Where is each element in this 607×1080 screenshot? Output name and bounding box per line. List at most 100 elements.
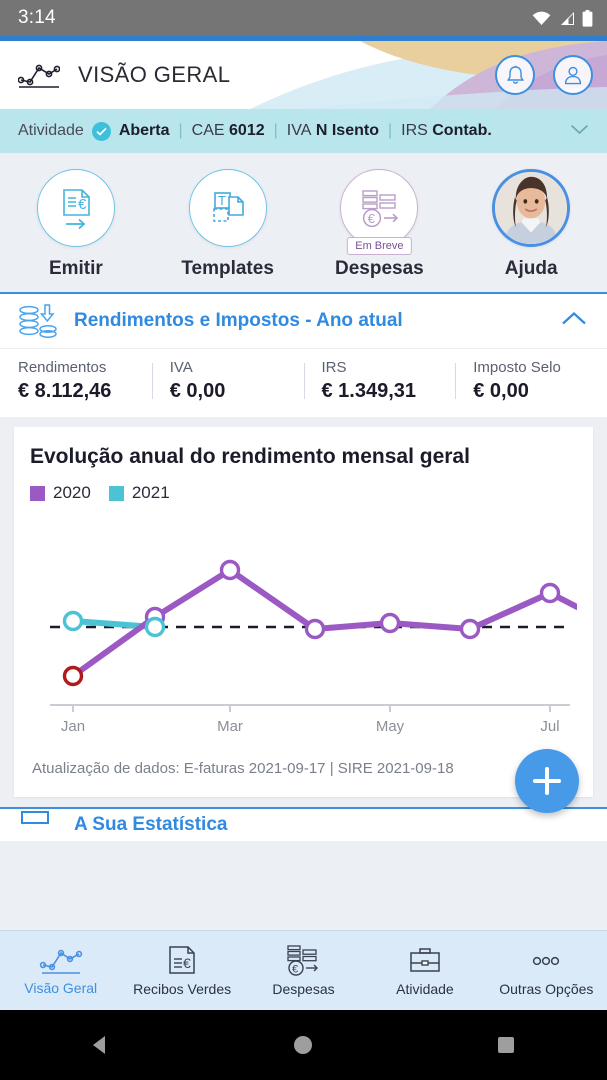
circle-home-icon (294, 1036, 313, 1054)
emitir-icon-circle: € (36, 169, 115, 247)
nav-item-label: Recibos Verdes (133, 981, 232, 997)
chart-card-wrapper: Evolução anual do rendimento mensal gera… (0, 417, 607, 813)
despesas-icon-circle: € Em Breve (340, 169, 419, 255)
line-chart-icon (39, 949, 82, 974)
svg-text:€: € (78, 196, 87, 213)
nav-item-recibos-verdes[interactable]: € Recibos Verdes (121, 944, 242, 997)
quick-action-templates[interactable]: T Templates (163, 169, 293, 280)
app-root: 3:14 VISÃO GERAL Atividade Aberta | CAE … (0, 0, 607, 1080)
stat-label: Rendimentos (18, 359, 107, 376)
activity-status-value: Aberta (118, 122, 170, 139)
chevron-down-icon[interactable] (570, 122, 589, 140)
check-circle-icon (91, 121, 111, 141)
data-point-2020-apr (304, 618, 326, 640)
activity-status-bar[interactable]: Atividade Aberta | CAE 6012 | IVA N Isen… (0, 109, 607, 153)
income-stats-row: Rendimentos € 8.112,46 IVA € 0,00 IRS € … (0, 348, 607, 417)
activity-field-key-irs: IRS (401, 122, 428, 139)
stat-rendimentos: Rendimentos € 8.112,46 (0, 359, 152, 403)
statistics-section-title: A Sua Estatística (74, 814, 228, 835)
header-action-group (495, 55, 593, 95)
activity-label: Atividade (18, 122, 84, 139)
user-icon (564, 66, 582, 84)
signal-icon (561, 11, 574, 25)
income-section-header[interactable]: Rendimentos e Impostos - Ano atual (0, 294, 607, 348)
square-recents-icon (497, 1037, 514, 1053)
stat-iva: IVA € 0,00 (151, 359, 304, 403)
invoice-euro-arrow-icon: € (63, 189, 90, 230)
stat-value: € 1.349,31 (321, 380, 417, 402)
svg-text:€: € (292, 964, 298, 976)
quick-action-emitir[interactable]: € Emitir (11, 169, 141, 280)
statistics-section-header[interactable]: A Sua Estatística (0, 807, 607, 841)
support-agent-photo (492, 169, 571, 247)
nav-item-atividade[interactable]: Atividade (364, 944, 485, 997)
quick-action-label: Templates (181, 258, 274, 279)
data-point-2020-jun (459, 618, 481, 640)
nav-item-despesas[interactable]: € Despesas (243, 944, 364, 997)
activity-separator-1: | (178, 122, 183, 139)
wifi-icon (532, 11, 551, 25)
x-tick-label-jul: Jul (540, 718, 559, 735)
line-chart-logo-icon (18, 64, 60, 88)
chart-plot-area[interactable]: Jan Mar May Jul (30, 509, 580, 744)
data-point-2020-jul (539, 582, 561, 604)
bottom-navigation: Visão Geral € Recibos Verdes € Despesas … (0, 930, 607, 1010)
legend-label: 2021 (131, 483, 170, 502)
quick-actions-row: € Emitir T Templates € Em Breve Despesas… (0, 153, 607, 292)
template-document-icon: T (212, 192, 244, 222)
activity-field-value-iva: N Isento (315, 122, 379, 139)
add-plus-icon[interactable] (515, 749, 579, 813)
quick-action-despesas[interactable]: € Em Breve Despesas (314, 169, 444, 280)
stat-value: € 0,00 (473, 380, 529, 402)
data-point-2020-may (379, 612, 401, 634)
status-clock: 3:14 (18, 7, 56, 28)
nav-item-label: Despesas (272, 981, 335, 997)
activity-field-key-iva: IVA (286, 122, 312, 139)
stat-imposto-selo: Imposto Selo € 0,00 (455, 359, 607, 403)
chart-title: Evolução anual do rendimento mensal gera… (30, 445, 470, 468)
quick-action-ajuda[interactable]: Ajuda (466, 169, 596, 280)
legend-swatch (30, 485, 45, 501)
header-title-group: VISÃO GERAL (18, 61, 230, 89)
profile-button[interactable] (553, 55, 593, 95)
legend-item-2020[interactable]: 2020 (30, 483, 91, 503)
chevron-up-icon[interactable] (561, 311, 587, 331)
android-back-button[interactable] (66, 1010, 136, 1080)
x-tick-label-jan: Jan (61, 718, 85, 735)
stat-label: IVA (169, 359, 193, 376)
stat-label: Imposto Selo (473, 359, 561, 376)
nav-item-label: Outras Opções (499, 981, 594, 997)
expenses-euro-icon: € (286, 945, 318, 976)
stat-label: IRS (321, 359, 347, 376)
android-recents-button[interactable] (471, 1010, 541, 1080)
legend-item-2021[interactable]: 2021 (108, 483, 170, 503)
statistics-icon (21, 811, 49, 824)
svg-text:T: T (218, 193, 226, 208)
notifications-button[interactable] (495, 55, 535, 95)
em-breve-badge: Em Breve (347, 237, 412, 255)
android-home-button[interactable] (268, 1010, 338, 1080)
data-point-2020-jan (62, 665, 84, 687)
nav-item-outras-opcoes[interactable]: Outras Opções (486, 944, 607, 997)
templates-icon-circle: T (188, 169, 267, 247)
activity-field-value-irs: Contab. (432, 122, 492, 139)
status-icon-group (532, 9, 593, 27)
receipt-euro-icon: € (169, 946, 195, 974)
briefcase-icon (410, 948, 440, 972)
activity-separator-2: | (273, 122, 278, 139)
quick-action-label: Despesas (335, 258, 424, 279)
expenses-euro-arrow-icon: € (362, 190, 399, 228)
nav-item-visao-geral[interactable]: Visão Geral (0, 945, 121, 996)
coins-download-icon (19, 304, 57, 338)
next-section-wrapper: A Sua Estatística (0, 797, 607, 841)
line-chart-svg: Jan Mar May Jul (50, 559, 580, 735)
activity-field-key-cae: CAE (191, 122, 225, 139)
chart-legend: 2020 2021 (30, 483, 577, 503)
more-dots-icon (533, 956, 560, 966)
stat-value: € 0,00 (169, 380, 226, 402)
data-point-2021-jan (62, 610, 84, 632)
income-section-title: Rendimentos e Impostos - Ano atual (74, 310, 403, 331)
svg-text:€: € (183, 955, 191, 971)
android-nav-bar (0, 1010, 607, 1080)
triangle-back-icon (93, 1036, 106, 1054)
